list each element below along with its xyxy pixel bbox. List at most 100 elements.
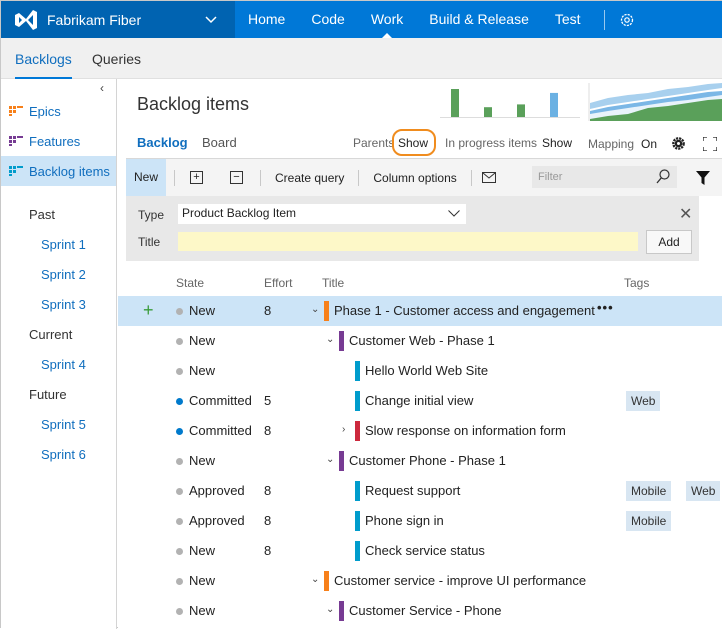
state-value: New bbox=[189, 333, 216, 348]
expand-all-icon[interactable]: + bbox=[190, 171, 203, 184]
create-query-button[interactable]: Create query bbox=[271, 171, 348, 185]
work-item-title[interactable]: Phase 1 - Customer access and engagement bbox=[334, 303, 595, 318]
tag-badge[interactable]: Web bbox=[626, 391, 661, 411]
cumulative-flow-mini-chart[interactable] bbox=[588, 83, 722, 121]
toolbar-divider bbox=[260, 169, 261, 186]
sidebar-item-backlog-items[interactable]: Backlog items bbox=[1, 156, 116, 186]
page-title: Backlog items bbox=[137, 94, 250, 114]
tag-badge[interactable]: Mobile bbox=[626, 481, 672, 501]
work-item-title[interactable]: Customer Phone - Phase 1 bbox=[349, 453, 506, 468]
table-row[interactable]: New ⌄ Customer Web - Phase 1 bbox=[118, 326, 722, 356]
work-item-type-color-bar bbox=[324, 301, 329, 321]
settings-gear-icon[interactable] bbox=[619, 12, 635, 28]
work-item-title[interactable]: Slow response on information form bbox=[365, 423, 566, 438]
tag-badge[interactable]: Mobile bbox=[626, 511, 672, 531]
sidebar-sprint-2[interactable]: Sprint 2 bbox=[41, 267, 86, 282]
add-item-panel: Type Product Backlog Item ✕ Title Add bbox=[126, 196, 699, 261]
collapse-chevron-icon[interactable]: ⌄ bbox=[311, 304, 319, 315]
work-item-title[interactable]: Customer service - improve UI performanc… bbox=[334, 573, 586, 588]
table-row[interactable]: New ⌄ Customer service - improve UI perfor… bbox=[118, 566, 722, 596]
highlight-callout bbox=[392, 129, 436, 156]
sidebar-item-label: Features bbox=[29, 133, 81, 149]
work-item-title[interactable]: Change initial view bbox=[365, 393, 473, 408]
collapse-chevron-icon[interactable]: ⌄ bbox=[326, 334, 334, 345]
pivot-backlog[interactable]: Backlog bbox=[137, 135, 188, 150]
expand-chevron-icon[interactable]: › bbox=[342, 424, 345, 435]
in-progress-toggle[interactable]: Show bbox=[542, 136, 572, 150]
filter-funnel-icon[interactable] bbox=[696, 171, 710, 185]
collapse-chevron-icon[interactable]: ⌄ bbox=[326, 604, 334, 615]
settings-gear-icon[interactable] bbox=[671, 136, 686, 151]
tab-queries[interactable]: Queries bbox=[92, 38, 141, 79]
sidebar-sprint-4[interactable]: Sprint 4 bbox=[41, 357, 86, 372]
sidebar-sprint-1[interactable]: Sprint 1 bbox=[41, 237, 86, 252]
effort-value: 5 bbox=[264, 393, 272, 408]
work-item-type-select[interactable]: Product Backlog Item bbox=[178, 204, 466, 224]
email-icon[interactable] bbox=[481, 172, 496, 183]
table-row[interactable]: New ⌄ Customer Phone - Phase 1 bbox=[118, 446, 722, 476]
sidebar-item-epics[interactable]: Epics bbox=[1, 96, 116, 126]
project-selector[interactable]: Fabrikam Fiber bbox=[1, 1, 235, 38]
search-icon[interactable] bbox=[656, 169, 670, 184]
state-dot-icon bbox=[176, 548, 183, 555]
backlog-toolbar: New + − Create query Column options Filt… bbox=[126, 159, 722, 196]
nav-home[interactable]: Home bbox=[235, 1, 298, 38]
add-button[interactable]: Add bbox=[646, 230, 692, 254]
velocity-mini-chart[interactable] bbox=[440, 87, 585, 121]
column-header-tags[interactable]: Tags bbox=[624, 276, 649, 290]
table-row[interactable]: New 8 Check service status bbox=[118, 536, 722, 566]
column-header-state[interactable]: State bbox=[176, 276, 204, 290]
column-header-effort[interactable]: Effort bbox=[264, 276, 292, 290]
sidebar-sprint-3[interactable]: Sprint 3 bbox=[41, 297, 86, 312]
sidebar-sprint-6[interactable]: Sprint 6 bbox=[41, 447, 86, 462]
nav-work[interactable]: Work bbox=[358, 1, 416, 38]
add-child-icon[interactable]: + bbox=[143, 300, 154, 321]
column-header-title[interactable]: Title bbox=[322, 276, 344, 290]
table-row[interactable]: Committed 8 › Slow response on information … bbox=[118, 416, 722, 446]
table-row[interactable]: New ⌄ Customer Service - Phone bbox=[118, 596, 722, 626]
tab-backlogs[interactable]: Backlogs bbox=[15, 38, 72, 79]
state-value: Approved bbox=[189, 483, 245, 498]
table-row[interactable]: New Hello World Web Site bbox=[118, 356, 722, 386]
collapse-sidebar-icon[interactable]: ‹ bbox=[100, 81, 104, 95]
collapse-chevron-icon[interactable]: ⌄ bbox=[326, 454, 334, 465]
title-input[interactable] bbox=[178, 232, 638, 251]
work-item-title[interactable]: Request support bbox=[365, 483, 460, 498]
table-row[interactable]: Approved 8 Phone sign in Mobile bbox=[118, 506, 722, 536]
state-dot-icon bbox=[176, 398, 183, 405]
nav-code[interactable]: Code bbox=[298, 1, 357, 38]
more-actions-icon[interactable]: ••• bbox=[597, 300, 614, 315]
chevron-down-icon[interactable] bbox=[205, 15, 217, 24]
sidebar-item-features[interactable]: Features bbox=[1, 126, 116, 156]
work-item-title[interactable]: Customer Service - Phone bbox=[349, 603, 501, 618]
iteration-group-past: Past bbox=[29, 207, 56, 222]
work-item-title[interactable]: Check service status bbox=[365, 543, 485, 558]
work-item-type-color-bar bbox=[355, 541, 360, 561]
effort-value: 8 bbox=[264, 483, 272, 498]
nav-build-release[interactable]: Build & Release bbox=[416, 1, 542, 38]
work-item-type-color-bar bbox=[355, 391, 360, 411]
work-item-title[interactable]: Hello World Web Site bbox=[365, 363, 488, 378]
state-dot-icon bbox=[176, 368, 183, 375]
nav-test[interactable]: Test bbox=[542, 1, 594, 38]
collapse-all-icon[interactable]: − bbox=[230, 171, 243, 184]
tag-badge[interactable]: Web bbox=[686, 481, 721, 501]
column-options-button[interactable]: Column options bbox=[369, 171, 460, 185]
work-item-type-color-bar bbox=[355, 361, 360, 381]
state-value: New bbox=[189, 573, 216, 588]
nav-divider bbox=[603, 9, 605, 30]
new-item-button[interactable]: New bbox=[126, 159, 166, 196]
pivot-board[interactable]: Board bbox=[202, 135, 237, 150]
table-row[interactable]: Committed 5 Change initial view Web bbox=[118, 386, 722, 416]
table-row[interactable]: + New 8 ⌄ Phase 1 - Customer access and enga… bbox=[118, 296, 722, 326]
project-name: Fabrikam Fiber bbox=[47, 11, 142, 28]
collapse-chevron-icon[interactable]: ⌄ bbox=[311, 574, 319, 585]
mapping-toggle[interactable]: On bbox=[641, 137, 657, 151]
close-icon[interactable]: ✕ bbox=[679, 204, 692, 224]
fullscreen-icon[interactable] bbox=[703, 137, 717, 151]
work-item-title[interactable]: Phone sign in bbox=[365, 513, 444, 528]
filter-input[interactable]: Filter bbox=[532, 166, 677, 188]
table-row[interactable]: Approved 8 Request support Mobile Web bbox=[118, 476, 722, 506]
sidebar-sprint-5[interactable]: Sprint 5 bbox=[41, 417, 86, 432]
work-item-title[interactable]: Customer Web - Phase 1 bbox=[349, 333, 495, 348]
